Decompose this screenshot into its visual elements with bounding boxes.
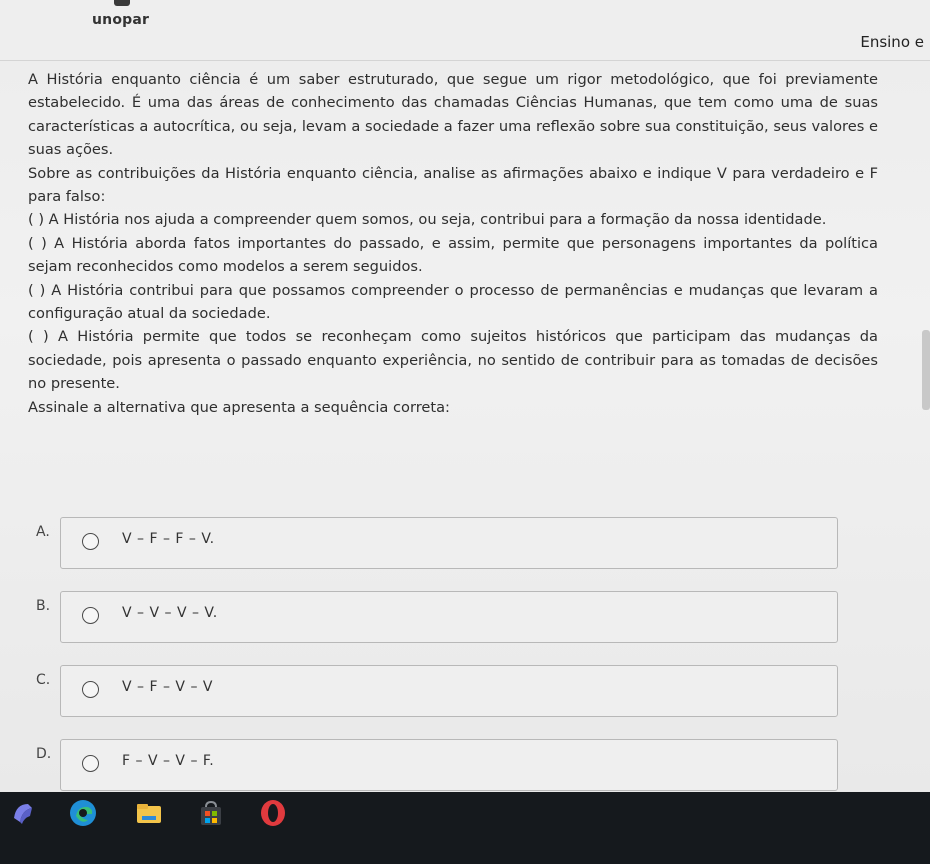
- taskbar: [0, 792, 930, 864]
- question-instruction: Sobre as contribuições da História enqua…: [28, 164, 878, 206]
- scrollbar-thumb[interactable]: [922, 330, 930, 410]
- option-text: F – V – V – F.: [122, 753, 215, 769]
- logo[interactable]: unopar: [92, 12, 149, 28]
- option-text: V – F – F – V.: [122, 531, 215, 547]
- option-a[interactable]: A. V – F – F – V.: [0, 505, 930, 569]
- store-icon[interactable]: [196, 798, 226, 828]
- option-d[interactable]: D. F – V – V – F.: [0, 727, 930, 791]
- option-text: V – F – V – V: [122, 679, 213, 695]
- radio-button[interactable]: [82, 755, 99, 772]
- radio-button[interactable]: [82, 607, 99, 624]
- option-letter: A.: [36, 524, 50, 540]
- option-letter: B.: [36, 598, 51, 614]
- option-c[interactable]: C. V – F – V – V: [0, 653, 930, 717]
- statement-4: ( ) A História permite que todos se reco…: [28, 328, 878, 393]
- logo-mark: [114, 0, 130, 6]
- file-explorer-icon[interactable]: [134, 798, 164, 828]
- edge-browser-icon[interactable]: [68, 798, 98, 828]
- question-intro: A História enquanto ciência é um saber e…: [28, 71, 878, 159]
- option-text: V – V – V – V.: [122, 605, 218, 621]
- course-label: Ensino e: [860, 33, 924, 51]
- option-letter: D.: [36, 746, 52, 762]
- statement-2: ( ) A História aborda fatos importantes …: [28, 234, 878, 276]
- page: unopar Ensino e A História enquanto ciên…: [0, 0, 930, 792]
- opera-browser-icon[interactable]: [258, 798, 288, 828]
- question-prompt: Assinale a alternativa que apresenta a s…: [28, 398, 450, 416]
- option-b[interactable]: B. V – V – V – V.: [0, 579, 930, 643]
- statement-3: ( ) A História contribui para que possam…: [28, 281, 878, 323]
- app-icon[interactable]: [8, 798, 38, 828]
- radio-button[interactable]: [82, 681, 99, 698]
- option-letter: C.: [36, 672, 51, 688]
- question-text: A História enquanto ciência é um saber e…: [28, 68, 878, 419]
- statement-1: ( ) A História nos ajuda a compreender q…: [28, 211, 827, 229]
- radio-button[interactable]: [82, 533, 99, 550]
- header: unopar Ensino e: [0, 0, 930, 61]
